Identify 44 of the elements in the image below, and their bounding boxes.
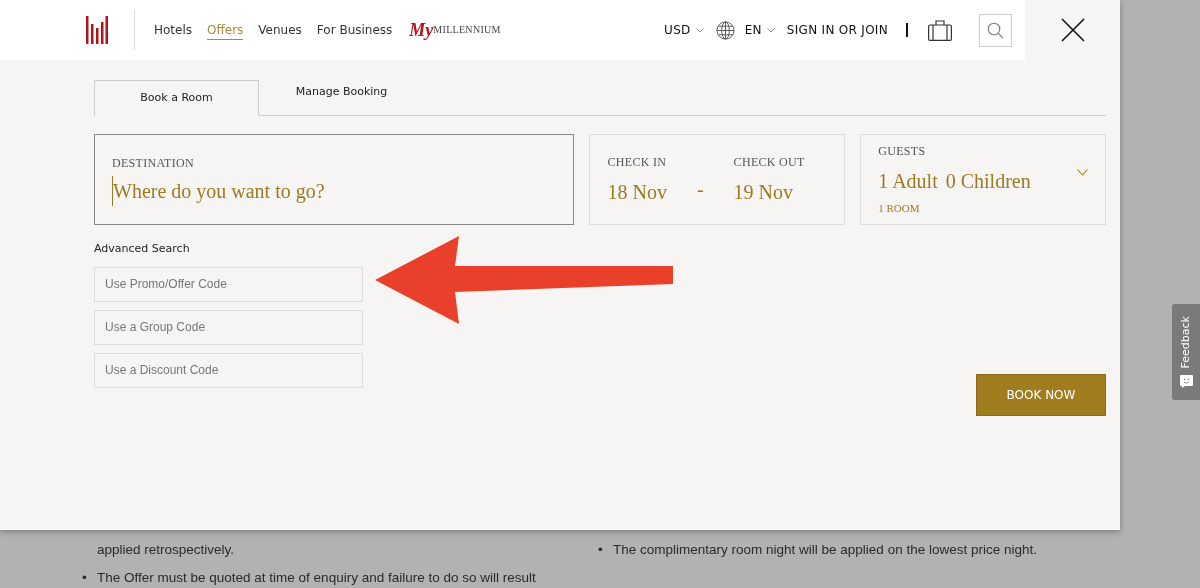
bullet-text: The complimentary room night will be applied on the lowest price night.	[613, 541, 1037, 559]
sign-in-link[interactable]: SIGN IN OR JOIN	[786, 21, 888, 39]
feedback-tab[interactable]: Feedback	[1172, 304, 1200, 400]
search-icon	[987, 21, 1004, 39]
caret-icon	[695, 27, 704, 33]
guests-field[interactable]: GUESTS 1 Adult 0 Children 1 ROOM	[860, 134, 1106, 225]
tab[interactable]: Book a Room	[94, 80, 259, 116]
section-title: Advanced Search	[94, 241, 191, 257]
search-button[interactable]	[979, 13, 1012, 47]
guest-count: 1 Adult	[878, 169, 938, 195]
book-now-button[interactable]: BOOK NOW	[976, 373, 1106, 416]
code-field[interactable]: Use a Group Code	[94, 309, 363, 345]
nav-link[interactable]: Hotels	[154, 21, 193, 39]
room-count: 1 ROOM	[878, 201, 921, 217]
destination-field[interactable]: DESTINATION Where do you want to go?	[94, 134, 575, 225]
field-label: DESTINATION	[112, 154, 195, 172]
caret-icon	[766, 27, 775, 33]
close-button[interactable]	[1025, 0, 1120, 60]
field-label: CHECK IN	[607, 153, 667, 171]
date-value: 19 Nov	[733, 179, 795, 205]
field-label: CHECK OUT	[733, 153, 805, 171]
language-selector[interactable]: EN	[744, 21, 762, 39]
code-field[interactable]: Use Promo/Offer Code	[94, 266, 363, 302]
date-field[interactable]: CHECK IN 18 Nov - CHECK OUT 19 Nov	[589, 134, 846, 225]
smiley-icon	[1179, 374, 1193, 388]
nav-link[interactable]: For Business	[316, 21, 393, 39]
guest-count: 0 Children	[945, 169, 1031, 195]
bullet-text: The Offer must be quoted at time of enquiry and failure to do so will result	[97, 569, 536, 587]
close-icon	[1060, 18, 1085, 42]
logo-icon[interactable]	[86, 16, 108, 44]
nav-link[interactable]: Venues	[258, 21, 302, 39]
field-label: GUESTS	[878, 143, 927, 161]
destination-input[interactable]: Where do you want to go?	[112, 175, 557, 206]
tab[interactable]: Manage Booking	[259, 74, 424, 110]
globe-icon[interactable]	[715, 20, 735, 40]
date-separator: -	[696, 176, 704, 202]
bullet-mark: •	[598, 541, 604, 559]
bullet-text: applied retrospectively.	[97, 541, 235, 559]
code-field[interactable]: Use a Discount Code	[94, 352, 363, 388]
suitcase-icon[interactable]	[928, 19, 952, 41]
chevron-icon	[1077, 169, 1088, 176]
bullet-mark: •	[82, 569, 88, 587]
date-value: 18 Nov	[607, 179, 667, 205]
currency-selector[interactable]: USD	[664, 21, 691, 39]
